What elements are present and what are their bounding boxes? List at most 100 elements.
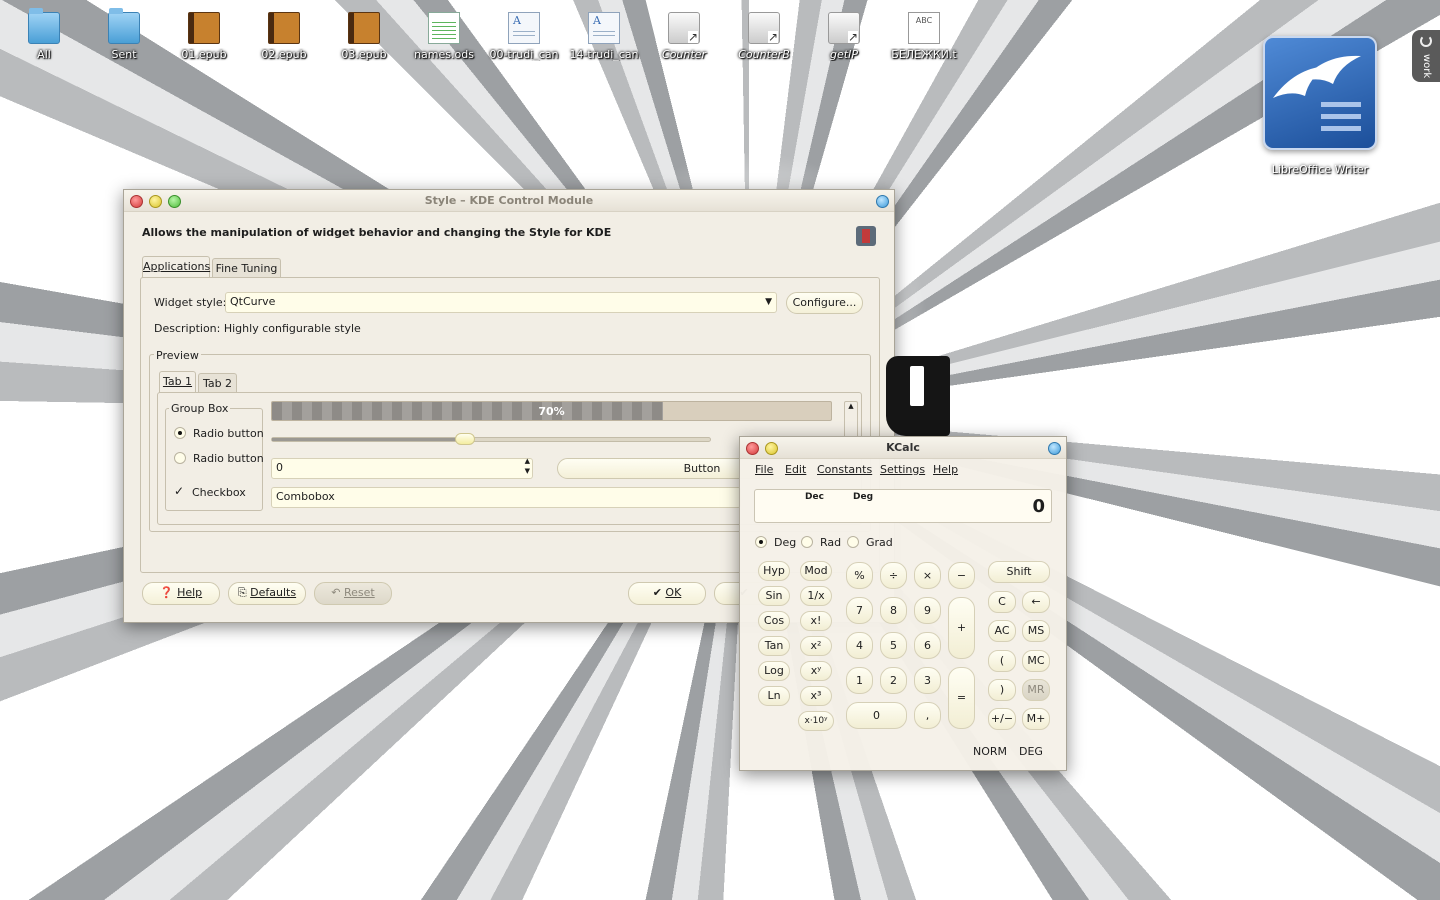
hyp-button[interactable]: Hyp bbox=[758, 561, 790, 581]
ok-button[interactable]: ✔ OK bbox=[628, 582, 706, 605]
menu-edit[interactable]: Edit bbox=[785, 463, 806, 476]
desktop-icon-01-epub[interactable]: 01.epub bbox=[167, 12, 241, 61]
memory-recall-button[interactable]: MR bbox=[1022, 679, 1050, 701]
all-clear-button[interactable]: AC bbox=[988, 620, 1016, 642]
angle-deg-label: Deg bbox=[774, 536, 797, 549]
desktop-icon-counterb[interactable]: CounterB bbox=[727, 12, 801, 61]
angle-rad-radio[interactable] bbox=[801, 536, 813, 548]
desktop-icon-counter[interactable]: Counter bbox=[647, 12, 721, 61]
slider-track[interactable] bbox=[271, 437, 711, 442]
spinbox[interactable]: 0 ▲ ▼ bbox=[271, 456, 533, 479]
digit-8-button[interactable]: 8 bbox=[880, 597, 907, 624]
book-icon bbox=[268, 12, 300, 44]
radio-button-1[interactable] bbox=[174, 427, 186, 439]
kcalc-titlebar[interactable]: KCalc bbox=[740, 437, 1066, 459]
digit-7-button[interactable]: 7 bbox=[846, 597, 873, 624]
checkbox[interactable]: ✓ bbox=[174, 485, 186, 498]
digit-4-button[interactable]: 4 bbox=[846, 632, 873, 659]
kcm-titlebar[interactable]: Style – KDE Control Module bbox=[124, 190, 894, 212]
digit-5-button[interactable]: 5 bbox=[880, 632, 907, 659]
shortcut-icon bbox=[668, 12, 700, 44]
style-module-icon bbox=[856, 226, 876, 246]
desktop-icon-14-trudi[interactable]: 14-trudi_can bbox=[567, 12, 641, 61]
equals-button[interactable]: = bbox=[948, 667, 975, 729]
power-button[interactable]: xʸ bbox=[800, 661, 832, 681]
configure-button[interactable]: Configure... bbox=[786, 292, 863, 314]
tab-applications[interactable]: Applications bbox=[142, 256, 210, 278]
exp-button[interactable]: x·10ʸ bbox=[798, 711, 834, 731]
digit-6-button[interactable]: 6 bbox=[914, 632, 941, 659]
memory-store-button[interactable]: MS bbox=[1022, 620, 1050, 642]
open-paren-button[interactable]: ( bbox=[988, 650, 1016, 672]
preview-tab-2[interactable]: Tab 2 bbox=[198, 373, 237, 393]
digit-9-button[interactable]: 9 bbox=[914, 597, 941, 624]
check-icon: ✔ bbox=[652, 586, 666, 599]
angle-deg-radio[interactable] bbox=[755, 536, 767, 548]
spin-arrows-icon[interactable]: ▲ ▼ bbox=[525, 456, 530, 476]
log-button[interactable]: Log bbox=[758, 661, 790, 681]
book-icon bbox=[348, 12, 380, 44]
ln-button[interactable]: Ln bbox=[758, 686, 790, 706]
desktop-icon-00-trudi[interactable]: 00-trudi_can bbox=[487, 12, 561, 61]
angle-grad-label: Grad bbox=[866, 536, 893, 549]
progress-text: 70% bbox=[538, 405, 565, 418]
digit-2-button[interactable]: 2 bbox=[880, 667, 907, 694]
activity-switcher[interactable]: work bbox=[1412, 30, 1440, 82]
chevron-down-icon: ▼ bbox=[765, 297, 772, 307]
checkbox-label: Checkbox bbox=[192, 486, 246, 499]
plus-button[interactable]: + bbox=[948, 597, 975, 659]
desktop-icon-names-ods[interactable]: names.ods bbox=[407, 12, 481, 61]
decimal-button[interactable]: , bbox=[914, 702, 941, 729]
factorial-button[interactable]: x! bbox=[800, 611, 832, 631]
desktop-icon-all[interactable]: All bbox=[7, 8, 81, 61]
menu-file[interactable]: File bbox=[755, 463, 773, 476]
shortcut-icon bbox=[828, 12, 860, 44]
digit-0-button[interactable]: 0 bbox=[846, 702, 907, 729]
libreoffice-writer-icon[interactable] bbox=[1263, 36, 1377, 150]
desktop-icon-getip[interactable]: getIP bbox=[807, 12, 881, 61]
divide-button[interactable]: ÷ bbox=[880, 562, 907, 589]
defaults-button[interactable]: ⎘ Defaults bbox=[228, 582, 306, 605]
scrollbar[interactable]: ▲ bbox=[844, 401, 858, 439]
slider-handle[interactable] bbox=[454, 433, 475, 445]
reset-button[interactable]: ↶ Reset bbox=[314, 582, 392, 605]
text-file-icon: ABC bbox=[908, 12, 940, 44]
cube-button[interactable]: x³ bbox=[800, 686, 832, 706]
percent-button[interactable]: % bbox=[846, 562, 873, 589]
shift-button[interactable]: Shift bbox=[988, 561, 1050, 583]
minus-button[interactable]: − bbox=[948, 562, 975, 589]
square-button[interactable]: x² bbox=[800, 636, 832, 656]
desktop-icon-03-epub[interactable]: 03.epub bbox=[327, 12, 401, 61]
preview-combobox[interactable]: Combobox bbox=[271, 487, 741, 508]
memory-add-button[interactable]: M+ bbox=[1022, 708, 1050, 730]
preview-tab-1[interactable]: Tab 1 bbox=[159, 371, 196, 393]
desktop-icon-02-epub[interactable]: 02.epub bbox=[247, 12, 321, 61]
menu-help[interactable]: Help bbox=[933, 463, 958, 476]
tan-button[interactable]: Tan bbox=[758, 636, 790, 656]
close-paren-button[interactable]: ) bbox=[988, 679, 1016, 701]
window-menu-button[interactable] bbox=[876, 195, 889, 208]
multiply-button[interactable]: × bbox=[914, 562, 941, 589]
help-button[interactable]: ❓ Help bbox=[142, 582, 220, 605]
widget-style-combobox[interactable]: QtCurve ▼ bbox=[225, 292, 777, 313]
backspace-button[interactable]: ← bbox=[1022, 591, 1050, 613]
desktop-icon-belejki[interactable]: ABC БЕЛЕЖКИ.t bbox=[887, 12, 961, 61]
cos-button[interactable]: Cos bbox=[758, 611, 790, 631]
window-menu-button[interactable] bbox=[1048, 442, 1061, 455]
radio-button-2[interactable] bbox=[174, 452, 186, 464]
sign-button[interactable]: +/− bbox=[988, 708, 1016, 730]
tab-fine-tuning[interactable]: Fine Tuning bbox=[212, 258, 281, 278]
menu-settings[interactable]: Settings bbox=[880, 463, 925, 476]
menu-constants[interactable]: Constants bbox=[817, 463, 872, 476]
memory-clear-button[interactable]: MC bbox=[1022, 650, 1050, 672]
digit-1-button[interactable]: 1 bbox=[846, 667, 873, 694]
window-title: Style – KDE Control Module bbox=[424, 194, 594, 207]
mod-button[interactable]: Mod bbox=[800, 561, 832, 581]
digit-3-button[interactable]: 3 bbox=[914, 667, 941, 694]
sin-button[interactable]: Sin bbox=[758, 586, 790, 606]
clear-button[interactable]: C bbox=[988, 591, 1016, 613]
angle-grad-radio[interactable] bbox=[847, 536, 859, 548]
desktop-icon-sent[interactable]: Sent bbox=[87, 8, 161, 61]
reciprocal-button[interactable]: 1/x bbox=[800, 586, 832, 606]
progress-bar: 70% bbox=[271, 401, 832, 421]
